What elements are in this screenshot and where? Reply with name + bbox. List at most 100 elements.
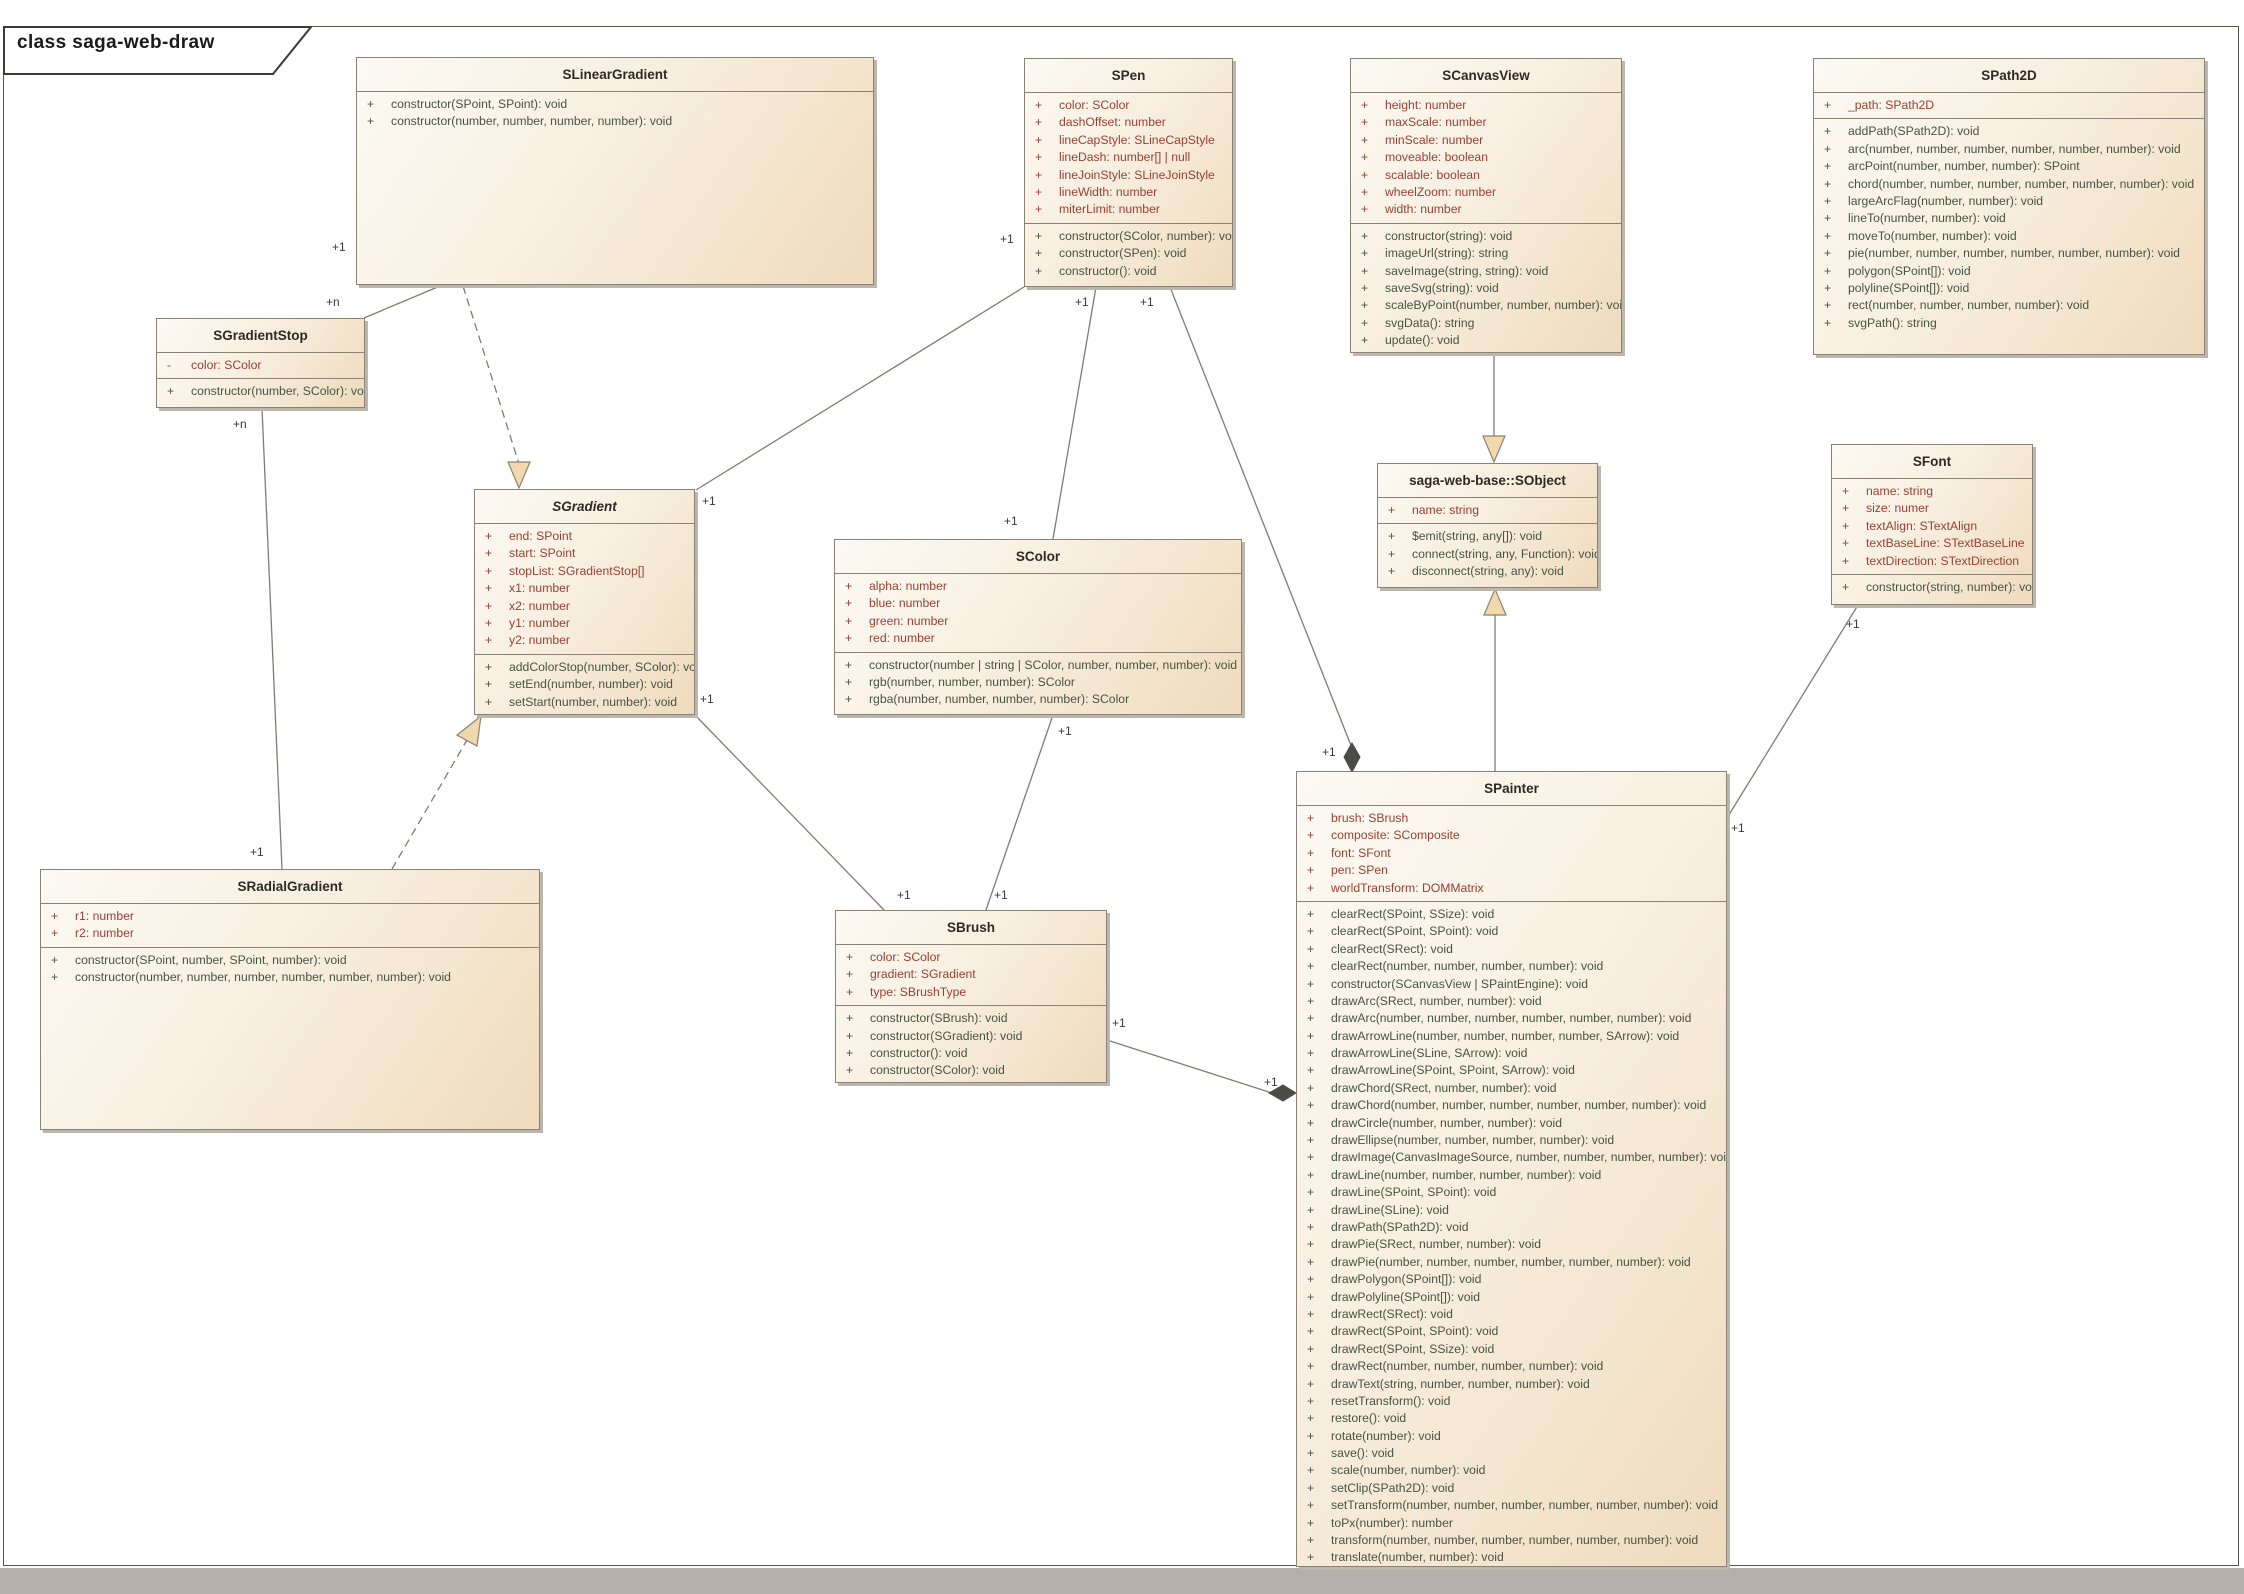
operation-row: + saveSvg(string): void [1351,280,1621,297]
operation-text: transform(number, number, number, number… [1331,1533,1698,1547]
visibility-sign: + [1361,280,1381,297]
operation-text: arcPoint(number, number, number): SPoint [1848,159,2080,173]
connector-sbrush-spainter[interactable] [1107,1040,1272,1093]
operation-text: drawText(string, number, number, number)… [1331,1377,1590,1391]
class-title-sgradient: SGradient [475,490,694,524]
class-box-sfont[interactable]: SFont+name: string+size: numer+textAlign… [1831,444,2033,605]
attributes-compartment: +r1: number+r2: number [41,904,539,948]
visibility-sign: + [485,528,505,545]
class-box-scolor[interactable]: SColor+alpha: number+blue: number+green:… [834,539,1242,715]
visibility-sign: + [1307,1376,1327,1393]
multiplicity-label: +1 [332,240,346,254]
attribute-text: _path: SPath2D [1848,98,1934,112]
operation-text: drawEllipse(number, number, number, numb… [1331,1133,1614,1147]
operation-row: +drawArrowLine(SPoint, SPoint, SArrow): … [1297,1062,1726,1079]
connector-sfont-spainter[interactable] [1727,605,1858,818]
visibility-sign: + [1307,845,1327,862]
connector-spen-scolor[interactable] [1053,287,1096,539]
operation-text: arc(number, number, number, number, numb… [1848,142,2181,156]
operations-compartment: +addPath(SPath2D): void+arc(number, numb… [1814,119,2204,354]
operations-compartment: +constructor(SPoint, SPoint): void+const… [357,92,873,284]
operation-text: clearRect(SPoint, SPoint): void [1331,924,1498,938]
operations-compartment: +constructor(SColor, number): void+const… [1025,224,1232,286]
attributes-compartment: +end: SPoint+start: SPoint+stopList: SGr… [475,524,694,655]
operation-text: drawPolyline(SPoint[]): void [1331,1290,1480,1304]
operation-text: drawChord(number, number, number, number… [1331,1098,1706,1112]
class-box-spath2d[interactable]: SPath2D+_path: SPath2D+addPath(SPath2D):… [1813,58,2205,355]
operation-row: +constructor(SCanvasView | SPaintEngine)… [1297,976,1726,993]
class-box-scanvasview[interactable]: SCanvasView+height: number+maxScale: num… [1350,58,1622,353]
operation-text: lineTo(number, number): void [1848,211,2006,225]
attributes-compartment: -color: SColor [157,353,364,379]
visibility-sign: + [1361,201,1381,218]
attribute-row: +r1: number [41,908,539,925]
attribute-row: +lineCapStyle: SLineCapStyle [1025,132,1232,149]
operations-compartment: +clearRect(SPoint, SSize): void+clearRec… [1297,902,1726,1566]
visibility-sign: + [1361,132,1381,149]
attribute-text: green: number [869,614,948,628]
attribute-text: textBaseLine: STextBaseLine [1866,536,2025,550]
attribute-text: color: SColor [191,358,261,372]
operation-row: +translate(number, number): void [1297,1549,1726,1566]
class-box-sradialgradient[interactable]: SRadialGradient+r1: number+r2: number+co… [40,869,540,1130]
operation-text: drawRect(SRect): void [1331,1307,1453,1321]
connector-sgradient-sbrush[interactable] [695,715,884,910]
operation-text: saveSvg(string): void [1385,281,1499,295]
visibility-sign: + [1361,228,1381,245]
operation-row: +drawRect(SPoint, SPoint): void [1297,1323,1726,1340]
multiplicity-label: +1 [1112,1016,1126,1030]
attribute-text: x1: number [509,581,570,595]
attribute-row: +minScale: number [1351,132,1621,149]
operation-row: +setClip(SPath2D): void [1297,1480,1726,1497]
operation-row: +drawChord(SRect, number, number): void [1297,1080,1726,1097]
class-title-scanvasview: SCanvasView [1351,59,1621,93]
operation-row: +drawRect(SPoint, SSize): void [1297,1341,1726,1358]
connector-sradialgradient-sgradient[interactable] [392,740,467,869]
operation-row: +constructor(SColor, number): void [1025,228,1232,245]
class-box-sgradient[interactable]: SGradient+end: SPoint+start: SPoint+stop… [474,489,695,715]
visibility-sign: + [846,966,866,983]
operation-text: constructor(SGradient): void [870,1029,1022,1043]
operation-text: chord(number, number, number, number, nu… [1848,177,2194,191]
multiplicity-label: +1 [1140,295,1154,309]
operation-text: polyline(SPoint[]): void [1848,281,1969,295]
connector-spen-sgradient[interactable] [696,287,1024,490]
class-box-spen[interactable]: SPen+color: SColor+dashOffset: number+li… [1024,58,1233,287]
class-box-sbrush[interactable]: SBrush+color: SColor+gradient: SGradient… [835,910,1107,1083]
operation-text: moveTo(number, number): void [1848,229,2017,243]
operation-text: $emit(string, any[]): void [1412,529,1542,543]
attributes-compartment: +alpha: number+blue: number+green: numbe… [835,574,1241,653]
connector-sgradientstop-sradialgradient[interactable] [262,408,282,869]
attribute-text: type: SBrushType [870,985,966,999]
operation-text: drawArrowLine(SPoint, SPoint, SArrow): v… [1331,1063,1575,1077]
operation-text: constructor(string): void [1385,229,1512,243]
visibility-sign: + [846,1028,866,1045]
visibility-sign: + [1307,1010,1327,1027]
visibility-sign: + [1307,1045,1327,1062]
visibility-sign: + [1307,1028,1327,1045]
operation-row: +clearRect(number, number, number, numbe… [1297,958,1726,975]
visibility-sign: + [1307,993,1327,1010]
operation-row: +chord(number, number, number, number, n… [1814,176,2204,193]
class-box-slineargradient[interactable]: SLinearGradient+constructor(SPoint, SPoi… [356,57,874,285]
visibility-sign: + [1361,149,1381,166]
class-box-sobject[interactable]: saga-web-base::SObject+name: string+$emi… [1377,463,1598,588]
attribute-text: brush: SBrush [1331,811,1408,825]
operation-row: +moveTo(number, number): void [1814,228,2204,245]
operation-text: rotate(number): void [1331,1429,1441,1443]
visibility-sign: + [1824,210,1844,227]
visibility-sign: + [1035,97,1055,114]
connector-slineargradient-sgradientstop[interactable] [364,286,440,318]
connector-slineargradient-sgradient[interactable] [463,286,519,464]
attribute-text: r1: number [75,909,134,923]
operation-text: constructor(string, number): void [1866,580,2032,594]
visibility-sign: + [1824,315,1844,332]
visibility-sign: + [845,613,865,630]
attribute-text: lineCapStyle: SLineCapStyle [1059,133,1215,147]
operation-row: +rgba(number, number, number, number): S… [835,691,1241,708]
connector-scolor-sbrush[interactable] [986,715,1053,910]
attribute-row: +moveable: boolean [1351,149,1621,166]
operation-row: + constructor(string): void [1351,228,1621,245]
class-box-spainter[interactable]: SPainter+brush: SBrush+composite: SCompo… [1296,771,1727,1567]
class-box-sgradientstop[interactable]: SGradientStop-color: SColor+constructor(… [156,318,365,408]
